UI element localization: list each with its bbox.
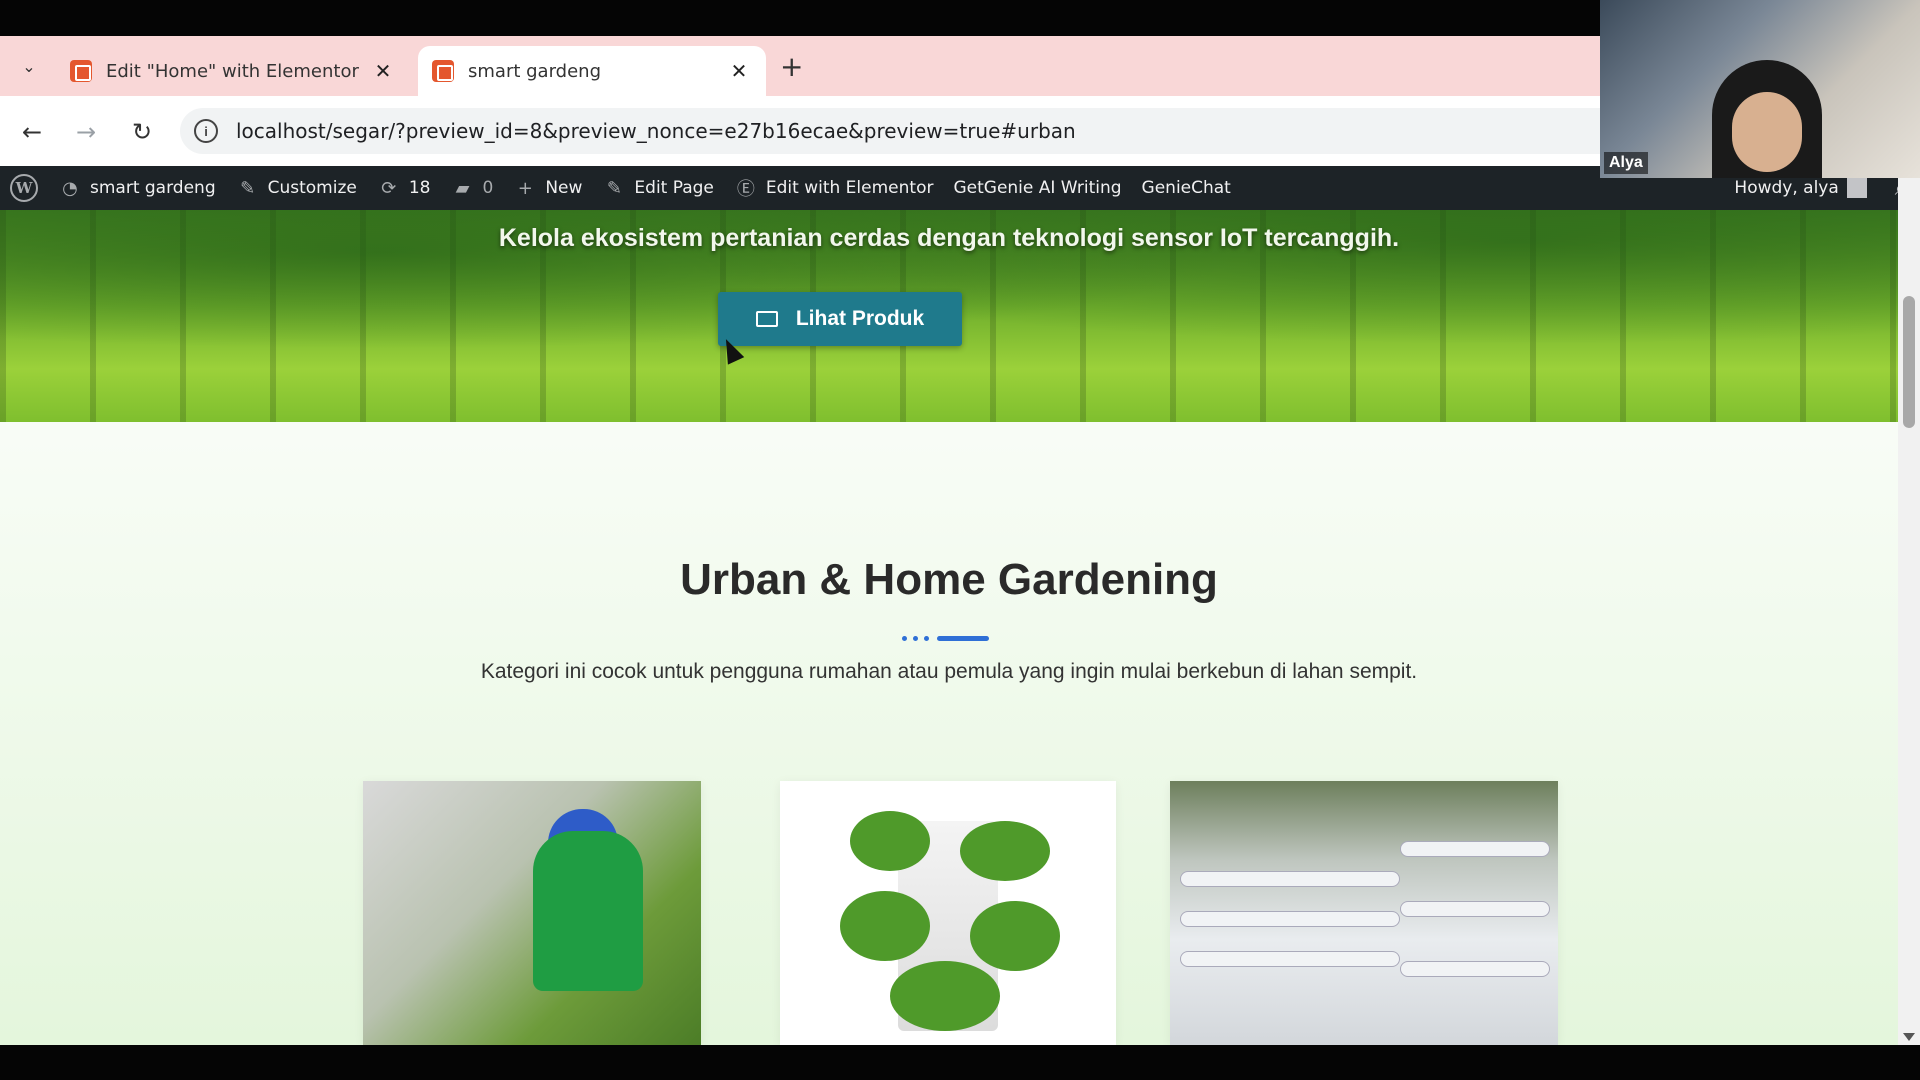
user-avatar[interactable] bbox=[1846, 178, 1867, 198]
folder-open-icon bbox=[755, 311, 778, 327]
address-url[interactable]: localhost/segar/?preview_id=8&preview_no… bbox=[236, 119, 1076, 143]
new-tab-plus-icon[interactable]: + bbox=[780, 50, 803, 83]
back-arrow-icon[interactable]: ← bbox=[14, 114, 50, 150]
site-favicon-icon bbox=[432, 60, 454, 82]
geniechat-link[interactable]: GenieChat bbox=[1132, 166, 1241, 210]
paintbrush-icon: ✎ bbox=[240, 177, 256, 199]
hydroponic-pipe bbox=[1400, 961, 1550, 977]
plus-icon: + bbox=[517, 177, 533, 199]
geniechat-label: GenieChat bbox=[1141, 178, 1231, 198]
tab-close-icon[interactable]: ✕ bbox=[370, 59, 396, 83]
participant-name: Alya bbox=[1604, 152, 1648, 174]
updates-count: 18 bbox=[408, 178, 431, 198]
site-info-icon[interactable]: i bbox=[194, 119, 218, 143]
tab-smart-gardeng[interactable]: smart gardeng ✕ bbox=[418, 46, 766, 96]
pencil-icon: ✎ bbox=[606, 177, 622, 199]
tab-edit-home-elementor[interactable]: Edit "Home" with Elementor ✕ bbox=[56, 46, 410, 96]
dashboard-gauge-icon: ◔ bbox=[62, 177, 78, 199]
scrollbar-thumb[interactable] bbox=[1903, 296, 1915, 428]
wordpress-logo-icon: W bbox=[10, 174, 38, 202]
site-name-menu[interactable]: ◔ smart gardeng bbox=[48, 166, 226, 210]
worker-shape bbox=[533, 831, 643, 991]
participant-face-shape bbox=[1732, 92, 1802, 172]
comments-link[interactable]: ▰ 0 bbox=[440, 166, 503, 210]
getgenie-label: GetGenie AI Writing bbox=[953, 178, 1122, 198]
divider-dot bbox=[913, 636, 918, 641]
lettuce-leaf bbox=[850, 811, 930, 871]
updates-refresh-icon: ⟳ bbox=[381, 177, 397, 199]
elementor-favicon-icon bbox=[70, 60, 92, 82]
product-card-vertical-planter[interactable] bbox=[780, 781, 1116, 1045]
page-scrollbar[interactable] bbox=[1898, 178, 1920, 1045]
forward-arrow-icon[interactable]: → bbox=[68, 114, 104, 150]
comment-bubble-icon: ▰ bbox=[455, 177, 470, 199]
scroll-down-arrow-icon[interactable] bbox=[1903, 1033, 1915, 1041]
howdy-user-menu[interactable]: Howdy, alya bbox=[1734, 178, 1838, 198]
hydroponic-pipe bbox=[1400, 901, 1550, 917]
lettuce-leaf bbox=[840, 891, 930, 961]
hydroponic-pipe bbox=[1400, 841, 1550, 857]
customize-label: Customize bbox=[267, 178, 357, 198]
lettuce-leaf bbox=[960, 821, 1050, 881]
bottom-strip bbox=[0, 1045, 1920, 1080]
tab-title: smart gardeng bbox=[468, 60, 601, 82]
edit-page-label: Edit Page bbox=[634, 178, 714, 198]
edit-elementor-label: Edit with Elementor bbox=[765, 178, 934, 198]
customize-link[interactable]: ✎ Customize bbox=[226, 166, 367, 210]
hydroponic-pipe bbox=[1180, 871, 1400, 887]
product-card-greenhouse[interactable] bbox=[363, 781, 701, 1045]
tab-title: Edit "Home" with Elementor bbox=[106, 60, 359, 82]
webcam-overlay: Alya bbox=[1600, 0, 1920, 178]
lettuce-leaf bbox=[970, 901, 1060, 971]
site-name-label: smart gardeng bbox=[90, 178, 216, 198]
page-content: Kelola ekosistem pertanian cerdas dengan… bbox=[0, 210, 1898, 1045]
hero-banner: Kelola ekosistem pertanian cerdas dengan… bbox=[0, 210, 1898, 422]
new-content-menu[interactable]: + New bbox=[503, 166, 592, 210]
hydroponic-pipe bbox=[1180, 911, 1400, 927]
divider-dot bbox=[902, 636, 907, 641]
updates-link[interactable]: ⟳ 18 bbox=[367, 166, 441, 210]
reload-icon[interactable]: ↻ bbox=[124, 114, 160, 150]
divider-dot bbox=[924, 636, 929, 641]
hydroponic-pipe bbox=[1180, 951, 1400, 967]
section-description: Kategori ini cocok untuk pengguna rumaha… bbox=[480, 660, 1418, 683]
product-card-hydroponic-rack[interactable] bbox=[1170, 781, 1558, 1045]
wp-logo-menu[interactable]: W bbox=[0, 166, 48, 210]
title-divider bbox=[902, 636, 989, 641]
hero-subtitle: Kelola ekosistem pertanian cerdas dengan… bbox=[498, 224, 1400, 252]
comments-count: 0 bbox=[482, 178, 494, 198]
tab-close-icon[interactable]: ✕ bbox=[726, 59, 752, 83]
section-title: Urban & Home Gardening bbox=[680, 555, 1218, 604]
lettuce-leaf bbox=[890, 961, 1000, 1031]
browser-toolbar: ← → ↻ i localhost/segar/?preview_id=8&pr… bbox=[0, 96, 1600, 166]
new-label: New bbox=[545, 178, 583, 198]
getgenie-link[interactable]: GetGenie AI Writing bbox=[943, 166, 1131, 210]
edit-page-link[interactable]: ✎ Edit Page bbox=[592, 166, 723, 210]
divider-bar bbox=[937, 636, 989, 641]
lihat-produk-label: Lihat Produk bbox=[795, 307, 925, 330]
edit-with-elementor-link[interactable]: Ⓔ Edit with Elementor bbox=[724, 166, 944, 210]
lihat-produk-button[interactable]: Lihat Produk bbox=[718, 292, 962, 346]
elementor-e-icon: Ⓔ bbox=[736, 179, 755, 200]
tab-search-chevron-icon[interactable]: ⌄ bbox=[10, 50, 48, 84]
address-bar[interactable]: i localhost/segar/?preview_id=8&preview_… bbox=[180, 108, 1600, 154]
